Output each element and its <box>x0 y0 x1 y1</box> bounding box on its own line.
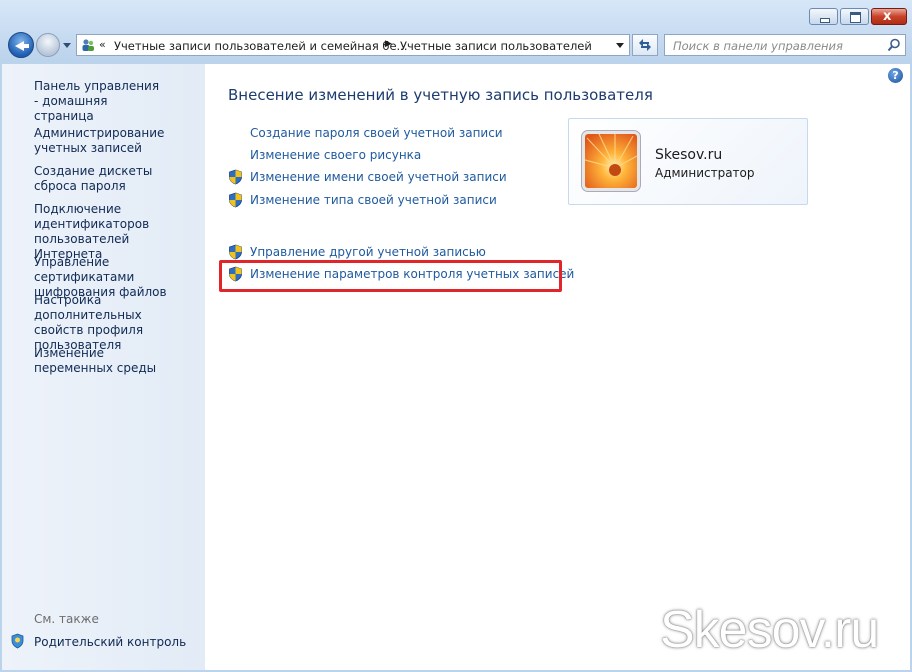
highlight-box <box>219 260 562 292</box>
sidebar-item-parental-controls[interactable]: Родительский контроль <box>34 635 186 649</box>
see-also-heading: См. также <box>34 612 99 626</box>
link-manage-other-account[interactable]: Управление другой учетной записью <box>250 245 486 259</box>
minimize-button[interactable] <box>809 8 838 25</box>
sidebar-home-link[interactable]: Панель управления - домашняя страница <box>34 79 164 124</box>
refresh-button[interactable] <box>632 34 658 56</box>
maximize-button[interactable] <box>840 8 869 25</box>
link-change-account-type[interactable]: Изменение типа своей учетной записи <box>250 193 497 207</box>
user-name: Skesov.ru <box>655 147 723 163</box>
uac-shield-icon <box>229 244 242 260</box>
maximize-icon <box>850 12 861 23</box>
search-icon[interactable] <box>887 38 901 52</box>
forward-button[interactable] <box>36 33 60 57</box>
watermark: Skesov.ru <box>660 601 879 659</box>
sidebar-item-profile-properties[interactable]: Настройка дополнительных свойств профиля… <box>34 293 194 353</box>
user-card: Skesov.ru Администратор <box>568 118 808 205</box>
flower-picture-icon <box>585 134 637 188</box>
uac-shield-icon <box>229 192 242 208</box>
breadcrumb-overflow[interactable]: « <box>99 38 106 51</box>
minimize-icon <box>820 18 830 23</box>
close-button[interactable]: x <box>871 8 907 25</box>
back-button[interactable] <box>8 32 34 58</box>
link-change-name[interactable]: Изменение имени своей учетной записи <box>250 170 507 184</box>
breadcrumb-user-accounts[interactable]: Учетные записи пользователей <box>400 39 592 53</box>
refresh-icon <box>639 39 651 51</box>
search-input[interactable]: Поиск в панели управления <box>673 39 843 53</box>
page-title: Внесение изменений в учетную запись поль… <box>228 86 653 104</box>
sidebar-item-env-variables[interactable]: Изменение переменных среды <box>34 346 174 376</box>
search-box[interactable]: Поиск в панели управления <box>664 34 906 56</box>
link-create-password[interactable]: Создание пароля своей учетной записи <box>250 126 503 140</box>
breadcrumb-separator-icon[interactable]: ▶ <box>385 39 392 49</box>
user-role: Администратор <box>655 166 755 180</box>
users-icon <box>82 39 94 51</box>
sidebar-item-online-ids[interactable]: Подключение идентификаторов пользователе… <box>34 202 189 262</box>
help-icon[interactable]: ? <box>888 68 903 83</box>
recent-pages-dropdown[interactable] <box>63 43 71 48</box>
breadcrumb-user-accounts-family[interactable]: Учетные записи пользователей и семейная … <box>114 39 408 53</box>
parental-controls-icon <box>11 633 24 649</box>
user-avatar[interactable] <box>582 131 640 191</box>
sidebar-item-admin-accounts[interactable]: Администрирование учетных записей <box>34 126 204 156</box>
address-dropdown-icon[interactable] <box>616 43 624 48</box>
uac-shield-icon <box>229 169 242 185</box>
close-icon: x <box>883 9 892 24</box>
link-change-picture[interactable]: Изменение своего рисунка <box>250 148 421 162</box>
address-bar[interactable]: « Учетные записи пользователей и семейна… <box>76 34 630 56</box>
sidebar-item-reset-disk[interactable]: Создание дискеты сброса пароля <box>34 164 184 194</box>
